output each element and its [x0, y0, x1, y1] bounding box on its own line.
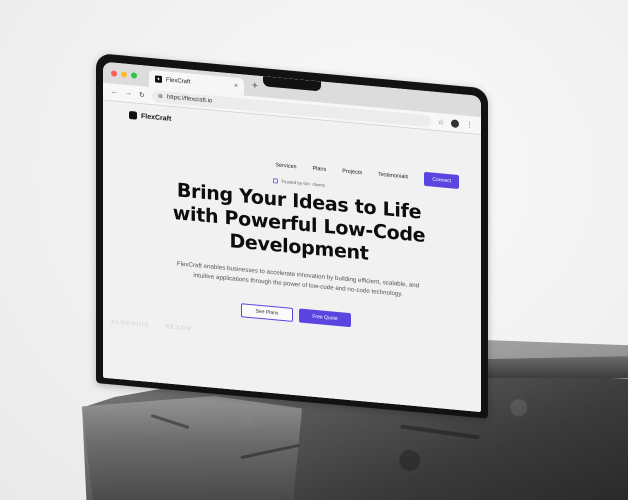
website-page: FlexCraft Services Plans Projects Testim…	[103, 100, 481, 413]
connect-button[interactable]: Connect	[424, 171, 459, 190]
window-controls	[111, 69, 137, 79]
url-text: https://flexcraft.io	[166, 93, 213, 105]
flexcraft-favicon-icon: ✦	[155, 75, 162, 84]
badge-icon	[273, 178, 278, 184]
client-logo: NEXOR	[165, 324, 192, 333]
site-logo[interactable]: FlexCraft	[129, 111, 171, 123]
site-brand-name: FlexCraft	[141, 112, 172, 123]
toolbar-actions: ☆ ⋮	[438, 118, 473, 129]
see-plans-button[interactable]: See Plans	[241, 303, 293, 322]
hero-title: Bring Your Ideas to Life with Powerful L…	[149, 177, 449, 273]
free-quote-button[interactable]: Free Quote	[299, 308, 351, 328]
minimize-window-button[interactable]	[121, 70, 127, 78]
nav-link-plans[interactable]: Plans	[312, 166, 326, 173]
bookmark-star-icon[interactable]: ☆	[438, 118, 444, 127]
back-icon[interactable]: ←	[111, 88, 118, 96]
rock-front-face	[82, 396, 302, 500]
browser-menu-icon[interactable]: ⋮	[466, 120, 473, 129]
forward-icon[interactable]: →	[125, 90, 132, 98]
laptop-lid: ✦ FlexCraft × + ← → ↻ ⊜ https://flexcraf…	[96, 53, 488, 419]
close-tab-icon[interactable]: ×	[234, 83, 238, 90]
flexcraft-logo-icon	[129, 111, 137, 120]
client-logo: ALGENIUS	[111, 319, 150, 329]
trust-badge: Trusted by 60+ clients	[273, 178, 325, 188]
photo-stage: ✦ FlexCraft × + ← → ↻ ⊜ https://flexcraf…	[0, 0, 628, 500]
reload-icon[interactable]: ↻	[139, 90, 145, 99]
profile-avatar[interactable]	[451, 118, 459, 128]
maximize-window-button[interactable]	[131, 71, 137, 79]
client-logos: ALGENIUS NEXOR	[111, 319, 192, 332]
nav-link-projects[interactable]: Projects	[342, 168, 362, 176]
new-tab-button[interactable]: +	[252, 80, 258, 92]
close-window-button[interactable]	[111, 69, 117, 77]
tab-title: FlexCraft	[166, 76, 191, 86]
trust-badge-text: Trusted by 60+ clients	[281, 178, 325, 188]
nav-link-services[interactable]: Services	[275, 162, 296, 170]
nav-link-testimonials[interactable]: Testimonials	[378, 172, 408, 181]
laptop-screen: ✦ FlexCraft × + ← → ↻ ⊜ https://flexcraf…	[103, 61, 481, 413]
site-info-icon[interactable]: ⊜	[158, 93, 163, 100]
